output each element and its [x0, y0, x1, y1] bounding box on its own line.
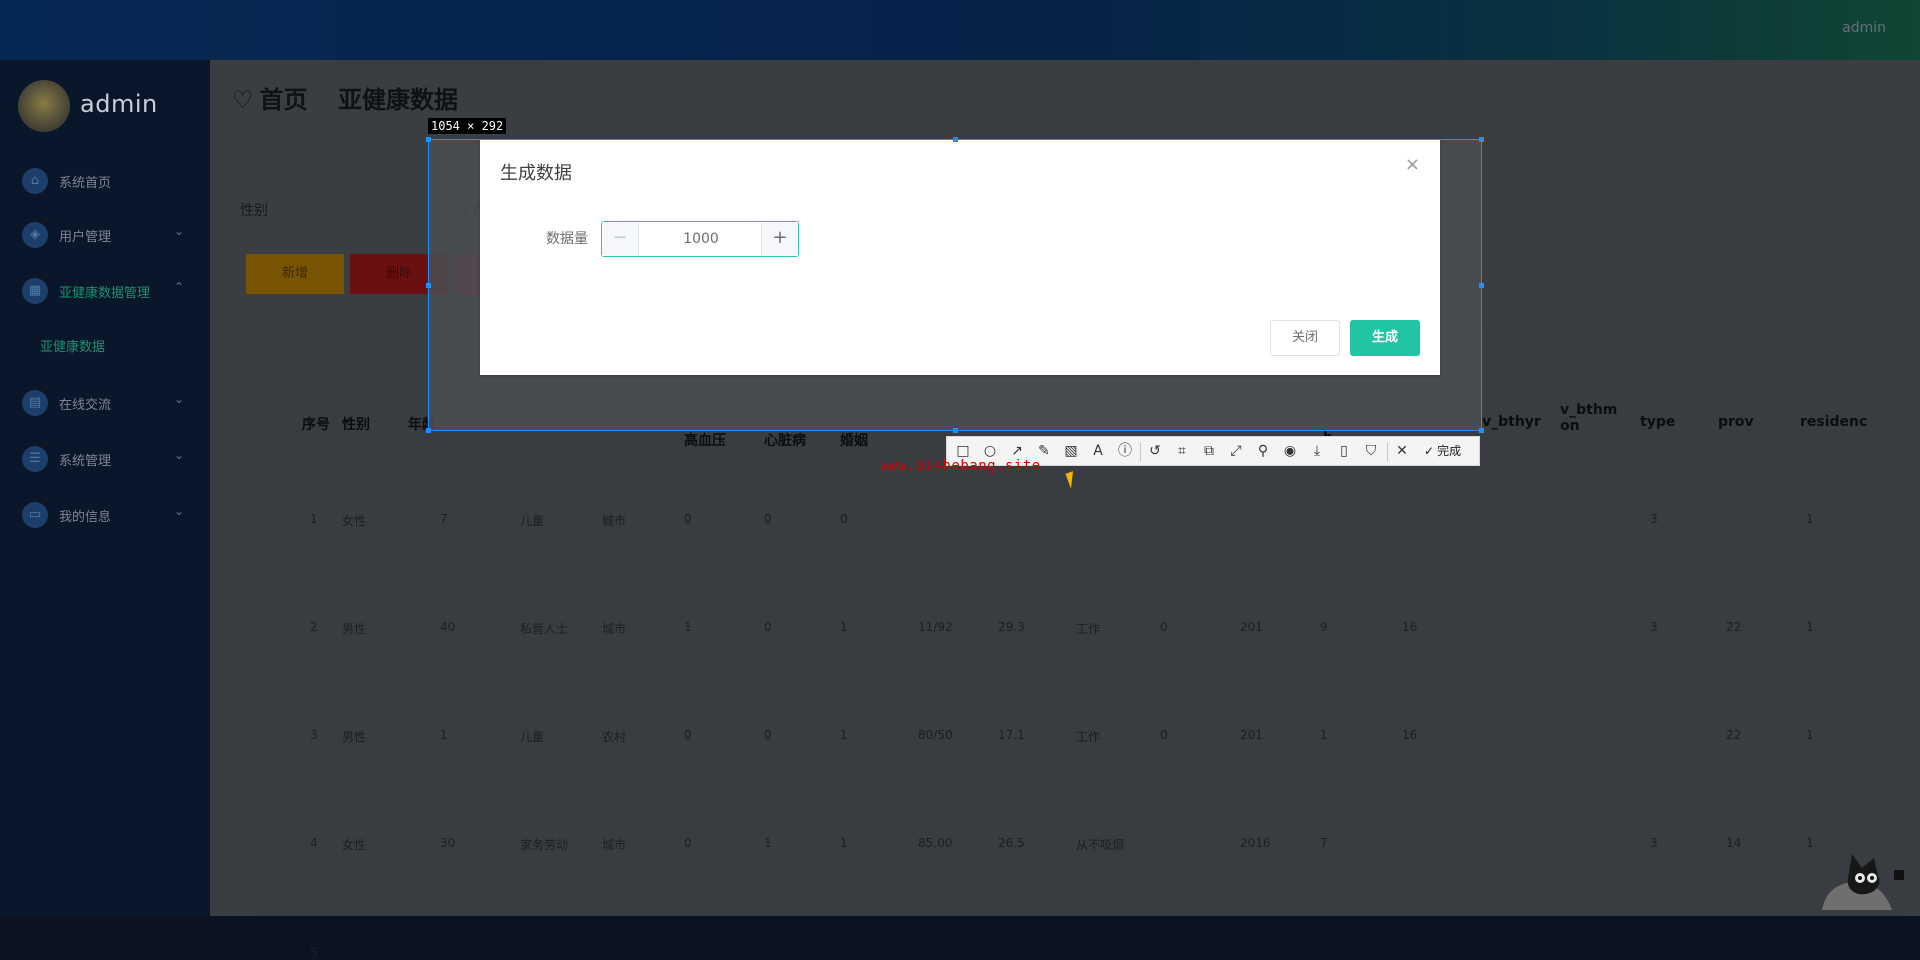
avatar — [18, 80, 70, 132]
text-icon[interactable]: A — [1088, 441, 1108, 461]
chevron-up-icon: ⌃ — [173, 280, 184, 294]
close-icon[interactable]: ✕ — [1392, 441, 1412, 461]
table-header: 高血压 — [684, 433, 726, 449]
table-header: 序号 — [302, 417, 330, 433]
sidebar-item-system[interactable]: ☰ 系统管理 ⌄ — [22, 444, 202, 478]
long-screenshot-icon[interactable]: ▯ — [1334, 441, 1354, 461]
top-header: admin — [0, 0, 1920, 60]
table-header: v_bthyr — [1482, 414, 1541, 430]
sidebar-item-home[interactable]: ⌂ 系统首页 — [22, 166, 202, 200]
sidebar-item-health-data-management[interactable]: ▦ 亚健康数据管理 ⌃ — [22, 276, 202, 310]
toolbar-divider — [1387, 443, 1388, 461]
watermark-text: www.bishebang.site — [880, 458, 1041, 474]
chevron-down-icon: ⌄ — [173, 392, 184, 406]
heart-icon: ♡ — [232, 86, 254, 114]
toolbar-divider — [1140, 443, 1141, 461]
done-button[interactable]: ✓ 完成 — [1424, 442, 1461, 459]
resize-handle[interactable] — [426, 428, 431, 433]
sidebar-item-label: 系统首页 — [59, 176, 112, 191]
chevron-down-icon: ⌄ — [173, 224, 184, 238]
resize-handle[interactable] — [1479, 283, 1484, 288]
filter-gender-label: 性别 — [240, 203, 268, 219]
table-header: type — [1640, 414, 1676, 430]
mascot-cat-logo — [1822, 854, 1904, 910]
doc-icon: ▤ — [22, 390, 48, 416]
number-icon[interactable]: ⓘ — [1115, 441, 1135, 461]
sidebar: admin ⌂ 系统首页 ◈ 用户管理 ⌄ ▦ 亚健康数据管理 ⌃ 亚健康数据 … — [0, 60, 210, 916]
sidebar-item-profile[interactable]: ▭ 我的信息 ⌄ — [22, 500, 202, 534]
sidebar-item-label: 在线交流 — [59, 398, 112, 413]
page-title: ♡ 首页 — [232, 86, 308, 114]
resize-handle[interactable] — [953, 137, 958, 142]
sidebar-subitem-health-data[interactable]: 亚健康数据 — [22, 330, 202, 364]
translate-icon[interactable]: ⧉ — [1199, 441, 1219, 461]
resize-handle[interactable] — [1479, 428, 1484, 433]
grid-icon: ▦ — [22, 278, 48, 304]
header-user[interactable]: admin — [1842, 20, 1886, 36]
shield-icon: ◈ — [22, 222, 48, 248]
add-button[interactable]: 新增 — [246, 254, 344, 294]
check-icon: ✓ — [1424, 444, 1435, 458]
sidebar-item-label: 我的信息 — [59, 510, 112, 525]
mosaic-icon[interactable]: ▧ — [1061, 441, 1081, 461]
sidebar-item-users[interactable]: ◈ 用户管理 ⌄ — [22, 220, 202, 254]
bookmark-icon[interactable]: ⛉ — [1361, 441, 1381, 461]
sidebar-item-chat[interactable]: ▤ 在线交流 ⌄ — [22, 388, 202, 422]
chevron-down-icon: ⌄ — [173, 448, 184, 462]
user-card-icon: ▭ — [22, 502, 48, 528]
undo-icon[interactable]: ↺ — [1145, 441, 1165, 461]
brand-name: admin — [80, 90, 158, 118]
record-icon[interactable]: ◉ — [1280, 441, 1300, 461]
sidebar-item-label: 系统管理 — [59, 454, 112, 469]
selection-size-label: 1054 × 292 — [428, 118, 507, 134]
chevron-down-icon: ⌄ — [173, 504, 184, 518]
fullscreen-icon[interactable]: ⤢ — [1226, 441, 1246, 461]
list-icon: ☰ — [22, 446, 48, 472]
sidebar-item-label: 亚健康数据 — [40, 340, 106, 355]
resize-handle[interactable] — [1479, 137, 1484, 142]
resize-handle[interactable] — [426, 137, 431, 142]
table-header: 心脏病 — [764, 433, 806, 449]
table-header: 婚姻 — [840, 433, 868, 449]
pin-icon[interactable]: ⚲ — [1253, 441, 1273, 461]
sidebar-item-label: 亚健康数据管理 — [59, 286, 151, 301]
resize-handle[interactable] — [953, 428, 958, 433]
table-header: residenc — [1800, 414, 1868, 430]
resize-handle[interactable] — [426, 283, 431, 288]
table-header: prov — [1718, 414, 1754, 430]
home-icon: ⌂ — [22, 168, 48, 194]
page-subtitle: 亚健康数据 — [338, 86, 458, 114]
download-icon[interactable]: ⤓ — [1307, 441, 1327, 461]
sidebar-item-label: 用户管理 — [59, 230, 112, 245]
selection-rectangle[interactable] — [426, 137, 1484, 433]
crop-icon[interactable]: ⌗ — [1172, 441, 1192, 461]
table-header: v_bthm on — [1560, 402, 1618, 434]
table-header: 性别 — [342, 417, 370, 433]
